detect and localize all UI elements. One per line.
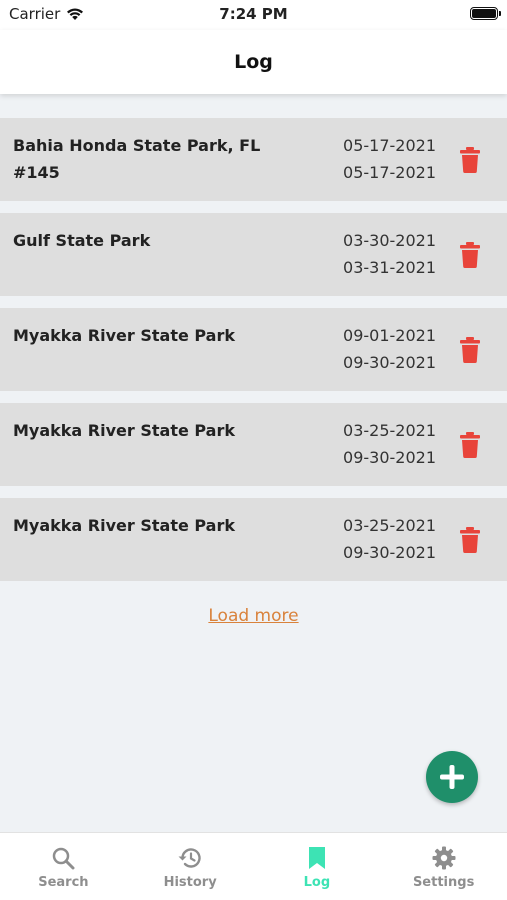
log-entry-end-date: 09-30-2021	[343, 353, 436, 372]
log-entry-start-date: 03-25-2021	[343, 516, 436, 535]
log-entry[interactable]: Myakka River State Park 03-25-2021 09-30…	[0, 403, 507, 486]
trash-icon[interactable]	[459, 147, 481, 173]
nav-header: Log	[0, 30, 507, 94]
log-entry-end-date: 03-31-2021	[343, 258, 436, 277]
log-entry-dates: 03-25-2021 09-30-2021	[343, 512, 436, 566]
gear-icon	[432, 846, 456, 870]
log-entry[interactable]: Myakka River State Park 03-25-2021 09-30…	[0, 498, 507, 581]
log-entry-end-date: 09-30-2021	[343, 543, 436, 562]
tab-settings[interactable]: Settings	[380, 833, 507, 900]
tab-log[interactable]: Log	[254, 833, 381, 900]
log-entry[interactable]: Bahia Honda State Park, FL #145 05-17-20…	[0, 118, 507, 201]
log-entry-end-date: 05-17-2021	[343, 163, 436, 182]
tab-label: Search	[38, 875, 89, 890]
log-entry-name: Myakka River State Park	[13, 421, 236, 440]
log-entry-dates: 09-01-2021 09-30-2021	[343, 322, 436, 376]
log-entry-name: Bahia Honda State Park, FL #145	[13, 136, 261, 182]
page-title: Log	[234, 51, 273, 73]
log-entry[interactable]: Myakka River State Park 09-01-2021 09-30…	[0, 308, 507, 391]
log-entry-start-date: 03-25-2021	[343, 421, 436, 440]
tab-search[interactable]: Search	[0, 833, 127, 900]
log-entry-end-date: 09-30-2021	[343, 448, 436, 467]
tab-history[interactable]: History	[127, 833, 254, 900]
log-entry-name: Myakka River State Park	[13, 516, 236, 535]
log-entry-start-date: 09-01-2021	[343, 326, 436, 345]
plus-icon	[440, 765, 464, 789]
log-entry[interactable]: Gulf State Park 03-30-2021 03-31-2021	[0, 213, 507, 296]
log-entry-name: Myakka River State Park	[13, 326, 236, 345]
trash-icon[interactable]	[459, 432, 481, 458]
tab-bar: Search History Log Settings	[0, 832, 507, 900]
history-icon	[178, 848, 201, 868]
trash-icon[interactable]	[459, 242, 481, 268]
tab-label: Settings	[412, 875, 475, 890]
bookmark-icon	[308, 847, 325, 869]
status-time: 7:24 PM	[219, 5, 288, 23]
add-log-button[interactable]	[426, 751, 478, 803]
search-icon	[53, 847, 75, 870]
tab-label: Log	[303, 875, 331, 890]
trash-icon[interactable]	[459, 337, 481, 363]
status-bar: Carrier 7:24 PM	[0, 0, 507, 30]
log-list: Bahia Honda State Park, FL #145 05-17-20…	[0, 118, 507, 593]
trash-icon[interactable]	[459, 527, 481, 553]
log-entry-dates: 05-17-2021 05-17-2021	[343, 132, 436, 186]
load-more-link[interactable]: Load more	[208, 606, 298, 626]
log-entry-dates: 03-30-2021 03-31-2021	[343, 227, 436, 281]
tab-label: History	[163, 875, 217, 890]
log-entry-dates: 03-25-2021 09-30-2021	[343, 417, 436, 471]
log-entry-start-date: 03-30-2021	[343, 231, 436, 250]
battery-icon	[470, 7, 501, 20]
load-more-container: Load more	[0, 606, 507, 626]
log-entry-start-date: 05-17-2021	[343, 136, 436, 155]
log-entry-name: Gulf State Park	[13, 231, 151, 250]
